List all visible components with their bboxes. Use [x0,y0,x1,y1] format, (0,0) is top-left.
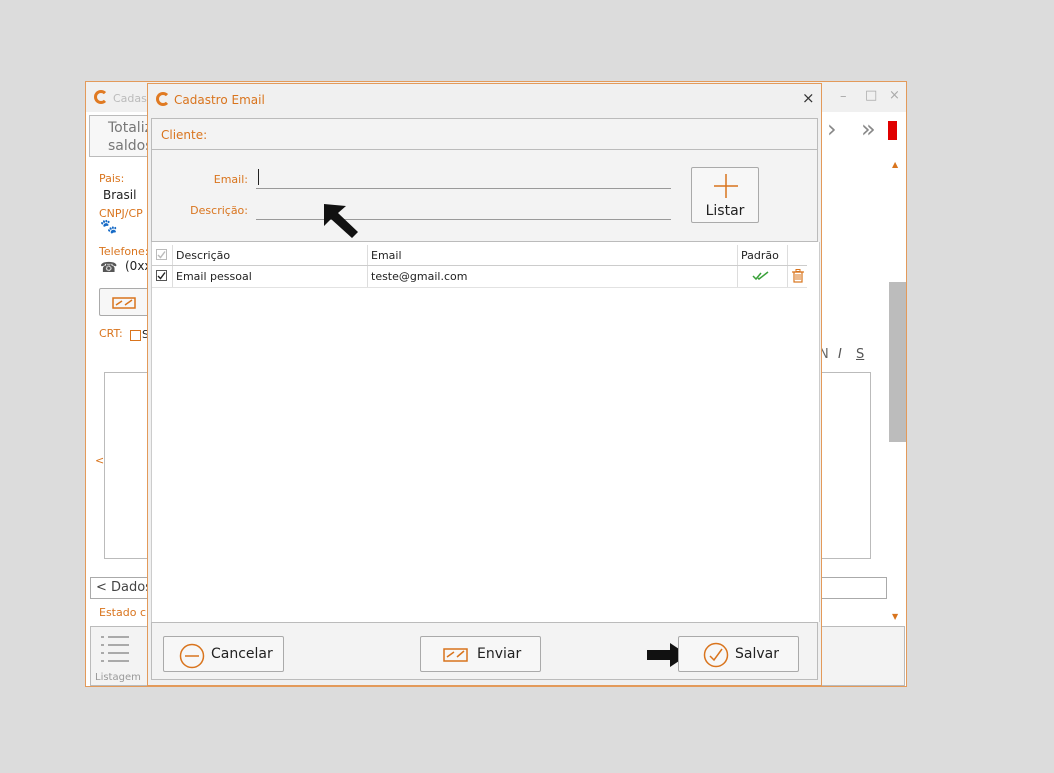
col-sep [367,245,368,265]
email-input[interactable] [256,168,675,187]
format-italic-button[interactable]: I [838,347,842,362]
email-label: Email: [213,173,248,186]
email-form-panel: Email: Descrição: Listar [151,150,818,242]
pais-label: Pais: [99,172,125,185]
email-grid: Descrição Email Padrão Email pessoal tes… [151,242,820,622]
tab-label-line1: Totaliz [108,120,152,136]
row-descricao: Email pessoal [176,270,252,283]
col-sep [172,266,173,287]
enviar-label: Enviar [477,646,522,662]
salvar-label: Salvar [735,646,779,662]
dialog-close-button[interactable]: × [802,89,815,107]
dialog-footer: Cancelar Enviar Salvar [151,622,818,680]
scroll-up-icon[interactable]: ▲ [892,160,898,169]
col-sep [787,266,788,287]
dados-label: < Dados [96,580,152,595]
maximize-icon[interactable]: □ [865,88,877,103]
email-field[interactable] [256,168,675,189]
dialog-title: Cadastro Email [174,93,265,107]
format-strike-button[interactable]: S [856,347,864,362]
descricao-input[interactable] [256,199,675,218]
tab-label-line2: saldos [108,138,153,154]
scroll-down-icon[interactable]: ▼ [892,612,898,621]
minimize-icon[interactable]: – [840,89,847,104]
estado-label: Estado ci [99,606,150,619]
crt-checkbox[interactable] [130,330,141,341]
dialog-logo-icon [156,92,170,106]
text-caret [258,169,259,185]
select-all-checkbox[interactable] [156,249,167,260]
telefone-label: Telefone: [99,245,149,258]
grid-header: Descrição Email Padrão [152,245,807,266]
next-icon[interactable]: › [827,115,837,143]
col-email[interactable]: Email [371,249,402,262]
collapse-left-icon[interactable]: < [95,454,104,467]
app-logo-icon [94,90,108,104]
col-sep [737,266,738,287]
listar-label: Listar [705,203,745,219]
trash-icon[interactable] [792,269,804,283]
close-icon[interactable]: × [889,88,900,103]
col-padrao[interactable]: Padrão [741,249,779,262]
col-descricao[interactable]: Descrição [176,249,230,262]
col-sep [172,245,173,265]
descricao-label: Descrição: [190,204,248,217]
last-icon[interactable]: » [861,115,876,143]
cliente-label: Cliente: [161,128,208,142]
phone-icon: ☎ [100,260,118,276]
cadastro-email-dialog: Cadastro Email × Cliente: Email: Descriç… [147,83,822,686]
pais-value: Brasil [103,188,137,202]
enviar-button[interactable]: Enviar [420,636,541,672]
send-email-button[interactable] [99,288,149,316]
status-indicator [888,121,897,140]
listagem-label: Listagem [95,672,141,683]
col-sep [787,245,788,265]
pointer-arrow-icon [324,204,358,238]
email-send-icon [443,648,468,662]
crt-label: CRT: [99,327,123,340]
cancelar-button[interactable]: Cancelar [163,636,284,672]
row-email: teste@gmail.com [371,270,468,283]
minus-circle-icon [179,643,205,669]
col-sep [367,266,368,287]
col-sep [737,245,738,265]
check-circle-icon [703,642,729,668]
descricao-field[interactable] [256,199,675,220]
salvar-button[interactable]: Salvar [678,636,799,672]
totalizadores-tab[interactable]: Totaliz saldos [89,115,153,157]
padrao-check-icon[interactable] [752,271,770,281]
plus-icon [714,174,738,198]
cliente-bar: Cliente: [151,118,818,150]
cancelar-label: Cancelar [211,646,273,662]
row-checkbox[interactable] [156,270,167,281]
paw-icon: 🐾 [100,219,118,235]
table-row[interactable]: Email pessoal teste@gmail.com [152,266,807,288]
list-icon[interactable] [99,633,131,663]
scrollbar-thumb[interactable] [889,282,906,442]
listar-button[interactable]: Listar [691,167,759,223]
email-send-icon [112,297,136,309]
